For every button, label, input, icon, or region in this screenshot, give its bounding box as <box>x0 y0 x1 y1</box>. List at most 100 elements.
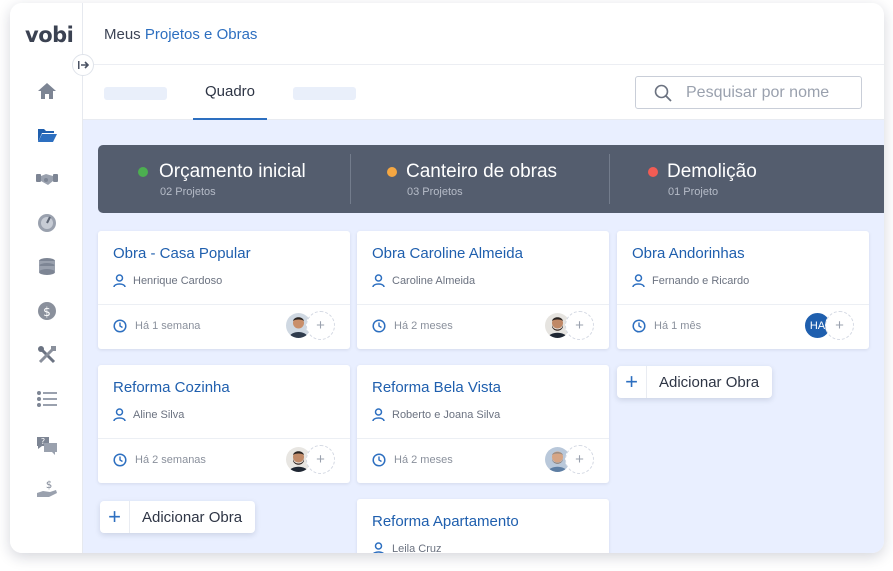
time-ago: Há 1 mês <box>654 320 702 332</box>
expand-arrow-icon <box>77 61 89 69</box>
clock-icon <box>372 453 386 467</box>
card-time: Há 1 mês <box>632 319 701 333</box>
list-icon[interactable] <box>36 388 58 410</box>
add-member-button[interactable]: + <box>565 445 594 474</box>
folder-open-icon[interactable] <box>36 124 58 146</box>
svg-text:$: $ <box>46 480 52 491</box>
chat-help-icon[interactable]: ? <box>36 434 58 456</box>
project-card[interactable]: Obra Andorinhas Fernando e Ricardo Há 1 … <box>617 231 869 349</box>
card-divider <box>617 304 869 305</box>
project-card[interactable]: Obra Caroline Almeida Caroline Almeida H… <box>357 231 609 349</box>
gauge-icon[interactable] <box>36 212 58 234</box>
project-card[interactable]: Reforma Apartamento Leila Cruz <box>357 499 609 553</box>
plus-icon: + <box>100 501 130 533</box>
card-divider <box>98 304 350 305</box>
add-project-button[interactable]: + Adicionar Obra <box>617 366 773 398</box>
owner-name: Henrique Cardoso <box>133 275 223 287</box>
owner-name: Roberto e Joana Silva <box>392 409 501 421</box>
breadcrumb-current[interactable]: Projetos e Obras <box>145 26 258 43</box>
card-title[interactable]: Reforma Apartamento <box>372 513 519 530</box>
time-ago: Há 2 meses <box>394 320 453 332</box>
stage-canteiro-de-obras[interactable]: Canteiro de obras 03 Projetos <box>351 145 609 213</box>
owner-name: Caroline Almeida <box>392 275 476 287</box>
view-tabs: Quadro Pesquisar por nome <box>83 65 884 120</box>
stage-count: 03 Projetos <box>407 186 463 198</box>
handshake-icon[interactable] <box>36 168 58 190</box>
clock-icon <box>632 319 646 333</box>
stage-title: Demolição <box>667 161 757 182</box>
sidebar: vobi $ ? $ <box>10 3 83 553</box>
user-icon <box>372 408 385 422</box>
tab-quadro[interactable]: Quadro <box>193 65 267 120</box>
user-icon <box>373 542 384 553</box>
card-title[interactable]: Obra - Casa Popular <box>113 245 251 262</box>
tab-placeholder-1[interactable] <box>104 87 167 100</box>
home-icon[interactable] <box>36 80 58 102</box>
time-ago: Há 2 semanas <box>135 454 206 466</box>
add-member-button[interactable]: + <box>825 311 854 340</box>
status-dot-red <box>648 167 658 177</box>
status-dot-orange <box>387 167 397 177</box>
card-owner: Roberto e Joana Silva <box>372 408 500 422</box>
card-title[interactable]: Reforma Cozinha <box>113 379 230 396</box>
add-member-button[interactable]: + <box>306 445 335 474</box>
project-card[interactable]: Reforma Cozinha Aline Silva Há 2 semanas… <box>98 365 350 483</box>
card-time: Há 2 meses <box>372 453 453 467</box>
add-project-label: Adicionar Obra <box>659 373 760 391</box>
time-ago: Há 1 semana <box>135 320 201 332</box>
card-owner: Leila Cruz <box>372 542 442 553</box>
card-divider <box>357 304 609 305</box>
card-title[interactable]: Obra Caroline Almeida <box>372 245 523 262</box>
svg-text:?: ? <box>41 437 45 446</box>
project-card[interactable]: Obra - Casa Popular Henrique Cardoso Há … <box>98 231 350 349</box>
tab-placeholder-2[interactable] <box>293 87 356 100</box>
add-project-button[interactable]: + Adicionar Obra <box>100 501 256 533</box>
search-icon <box>654 84 672 102</box>
card-owner: Aline Silva <box>113 408 184 422</box>
card-members: + <box>543 311 595 341</box>
clock-icon <box>113 453 127 467</box>
stage-header-bar: Orçamento inicial 02 Projetos Canteiro d… <box>98 145 884 213</box>
card-divider <box>98 438 350 439</box>
card-owner: Caroline Almeida <box>372 274 475 288</box>
clock-icon <box>113 319 127 333</box>
stage-orcamento-inicial[interactable]: Orçamento inicial 02 Projetos <box>98 145 350 213</box>
svg-text:$: $ <box>43 305 51 319</box>
topbar: Meus Projetos e Obras <box>83 3 884 65</box>
user-icon <box>632 274 645 288</box>
sidebar-toggle-button[interactable] <box>72 54 94 76</box>
search-placeholder: Pesquisar por nome <box>686 83 830 101</box>
stage-title: Orçamento inicial <box>159 161 306 182</box>
stage-title: Canteiro de obras <box>406 161 558 182</box>
project-card[interactable]: Reforma Bela Vista Roberto e Joana Silva… <box>357 365 609 483</box>
user-icon <box>113 408 126 422</box>
card-owner: Fernando e Ricardo <box>632 274 749 288</box>
card-title[interactable]: Obra Andorinhas <box>632 245 745 262</box>
hand-money-icon[interactable]: $ <box>36 478 58 500</box>
app-window: vobi $ ? $ Meus Projetos e Obras Quadro … <box>10 3 884 553</box>
tools-icon[interactable] <box>36 344 58 366</box>
search-input[interactable]: Pesquisar por nome <box>635 76 862 109</box>
add-member-button[interactable]: + <box>565 311 594 340</box>
owner-name: Aline Silva <box>133 409 185 421</box>
add-member-button[interactable]: + <box>306 311 335 340</box>
breadcrumb-prefix: Meus <box>104 26 141 43</box>
coins-stack-icon[interactable] <box>36 256 58 278</box>
card-time: Há 1 semana <box>113 319 200 333</box>
add-project-label: Adicionar Obra <box>142 508 243 526</box>
stage-count: 01 Projeto <box>668 186 719 198</box>
time-ago: Há 2 meses <box>394 454 453 466</box>
card-owner: Henrique Cardoso <box>113 274 222 288</box>
card-title[interactable]: Reforma Bela Vista <box>372 379 501 396</box>
dollar-coin-icon[interactable]: $ <box>36 300 58 322</box>
owner-name: Leila Cruz <box>392 543 442 553</box>
vobi-logo[interactable]: vobi <box>25 23 74 47</box>
user-icon <box>372 274 385 288</box>
status-dot-green <box>138 167 148 177</box>
stage-demolicao[interactable]: Demolição 01 Projeto <box>610 145 884 213</box>
card-members: + <box>284 311 336 341</box>
kanban-board: Orçamento inicial 02 Projetos Canteiro d… <box>83 120 884 553</box>
card-time: Há 2 meses <box>372 319 453 333</box>
stage-count: 02 Projetos <box>160 186 216 198</box>
plus-icon: + <box>617 366 647 398</box>
